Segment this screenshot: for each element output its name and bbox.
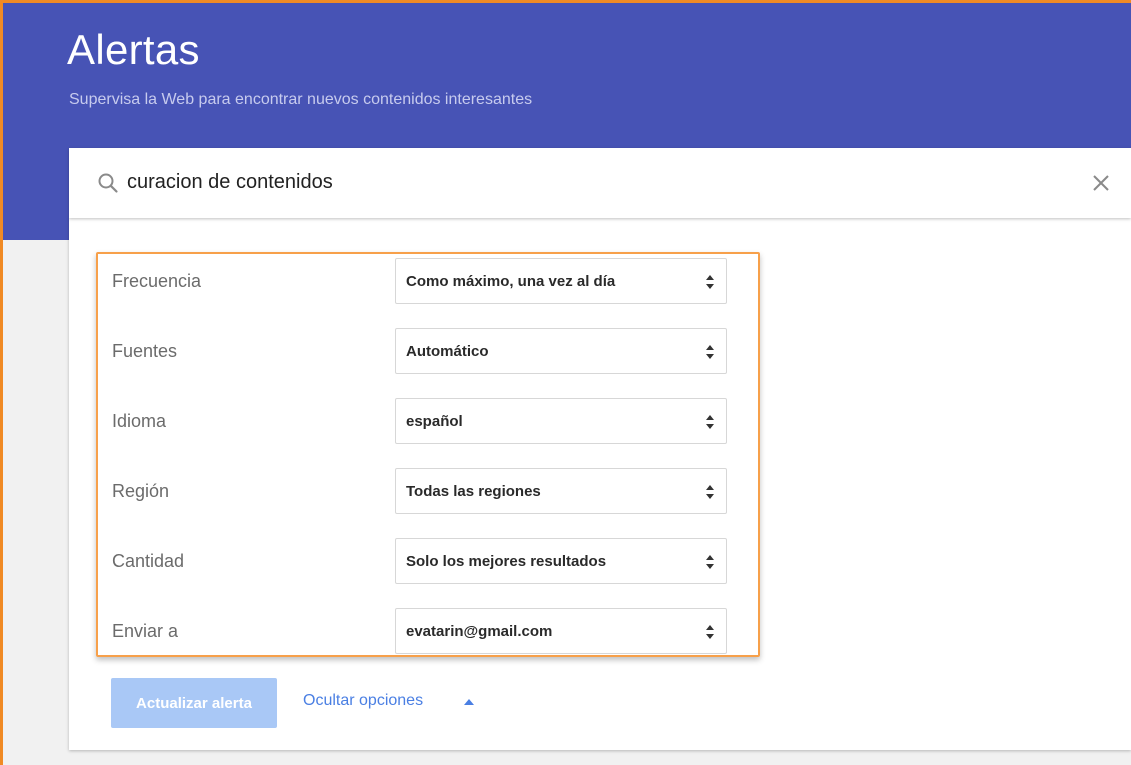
select-value: Solo los mejores resultados (406, 553, 607, 570)
close-icon[interactable] (1089, 171, 1113, 195)
select-value: Como máximo, una vez al día (406, 273, 616, 290)
page-title: Alertas (67, 26, 200, 73)
select-value: Todas las regiones (406, 483, 541, 500)
sort-arrows-icon (706, 415, 714, 429)
search-box (69, 148, 1131, 218)
region-select[interactable]: Todas las regiones (395, 468, 727, 514)
search-input[interactable] (127, 171, 1027, 194)
hide-options-link[interactable]: Ocultar opciones (303, 692, 423, 710)
language-select[interactable]: español (395, 398, 727, 444)
sort-arrows-icon (706, 625, 714, 639)
sort-arrows-icon (706, 485, 714, 499)
deliver-to-select[interactable]: evatarin@gmail.com (395, 608, 727, 654)
sources-select[interactable]: Automático (395, 328, 727, 374)
search-icon (98, 173, 118, 193)
page-subtitle: Supervisa la Web para encontrar nuevos c… (69, 91, 533, 108)
select-value: Automático (406, 343, 489, 360)
quantity-select[interactable]: Solo los mejores resultados (395, 538, 727, 584)
select-value: evatarin@gmail.com (406, 623, 553, 640)
sort-arrows-icon (706, 345, 714, 359)
caret-up-icon[interactable] (463, 698, 475, 706)
select-value: español (406, 413, 463, 430)
options-highlight-box (96, 252, 760, 657)
frequency-select[interactable]: Como máximo, una vez al día (395, 258, 727, 304)
update-alert-button[interactable]: Actualizar alerta (111, 678, 277, 728)
sort-arrows-icon (706, 275, 714, 289)
sort-arrows-icon (706, 555, 714, 569)
